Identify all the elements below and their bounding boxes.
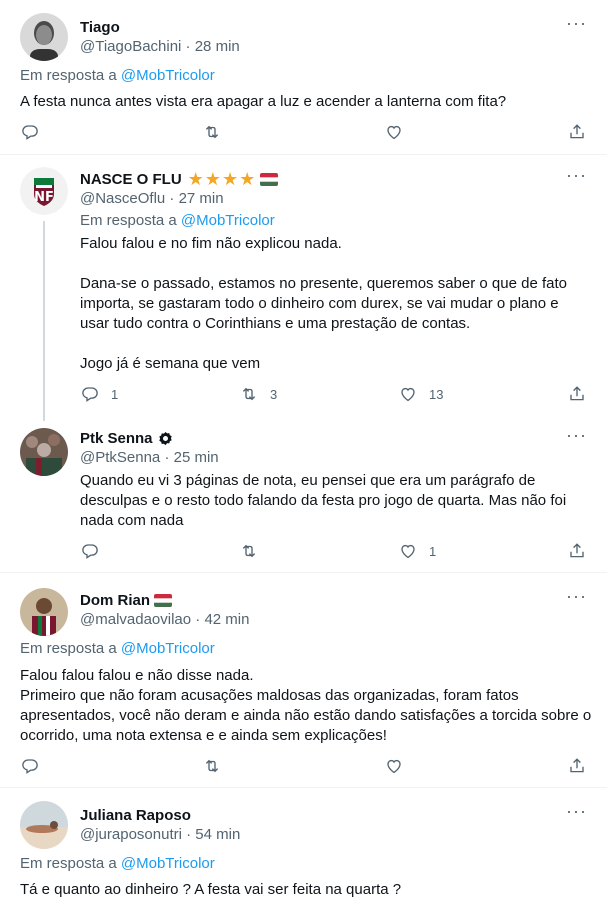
reply-icon xyxy=(21,123,39,141)
like-button[interactable] xyxy=(385,757,403,775)
retweet-button[interactable] xyxy=(203,123,221,141)
like-button[interactable]: 13 xyxy=(399,385,443,403)
display-name[interactable]: Tiago xyxy=(80,19,120,36)
share-button[interactable] xyxy=(568,757,586,775)
handle-time[interactable]: @malvadaovilao · 42 min xyxy=(80,611,249,628)
thread-line xyxy=(43,221,45,421)
reply-icon xyxy=(21,757,39,775)
reply-to: Em resposta a @MobTricolor xyxy=(80,212,275,229)
share-icon xyxy=(568,123,586,141)
mention-link[interactable]: @MobTricolor xyxy=(121,67,215,84)
reply-button[interactable] xyxy=(21,123,39,141)
svg-text:NF: NF xyxy=(34,190,54,205)
tweet-ptk-senna[interactable]: Ptk Senna @PtkSenna · 25 min ··· Quando … xyxy=(0,417,607,572)
reply-icon xyxy=(81,542,99,560)
retweet-button[interactable]: 3 xyxy=(240,385,277,403)
retweet-icon xyxy=(203,123,221,141)
avatar[interactable]: NF xyxy=(20,167,68,215)
tweet-text: Falou falou e no fim não explicou nada. … xyxy=(80,235,567,372)
retweet-icon xyxy=(240,542,258,560)
more-icon[interactable]: ··· xyxy=(566,587,586,611)
more-icon[interactable]: ··· xyxy=(566,802,586,826)
reply-icon xyxy=(81,385,99,403)
reply-button[interactable]: 1 xyxy=(81,385,118,403)
share-icon xyxy=(568,385,586,403)
reply-button[interactable] xyxy=(81,542,99,560)
like-button[interactable] xyxy=(385,123,403,141)
retweet-count: 3 xyxy=(270,386,278,402)
star-icons: ★★★★ xyxy=(187,169,257,189)
share-icon xyxy=(568,542,586,560)
like-button[interactable]: 1 xyxy=(399,542,436,560)
mention-link[interactable]: @MobTricolor xyxy=(121,640,215,657)
hungary-flag-icon xyxy=(154,593,173,607)
avatar[interactable] xyxy=(20,428,68,476)
handle-time[interactable]: @juraposonutri · 54 min xyxy=(80,826,240,843)
retweet-icon xyxy=(240,385,258,403)
avatar[interactable] xyxy=(20,588,68,636)
hungary-flag-icon xyxy=(260,172,279,186)
tweet-text: Falou falou falou e não disse nada. Prim… xyxy=(20,667,592,744)
like-count: 13 xyxy=(429,386,444,402)
handle-time[interactable]: @NasceOflu · 27 min xyxy=(80,190,224,207)
heart-icon xyxy=(385,757,403,775)
display-name[interactable]: Dom Rian xyxy=(80,592,150,609)
tweet-juliana-raposo[interactable]: Juliana Raposo @juraposonutri · 54 min ·… xyxy=(0,788,607,905)
retweet-button[interactable] xyxy=(240,542,258,560)
tweet-dom-rian[interactable]: Dom Rian @malvadaovilao · 42 min ··· Em … xyxy=(0,573,607,787)
tweet-text: Quando eu vi 3 páginas de nota, eu pense… xyxy=(80,472,571,529)
avatar[interactable] xyxy=(20,801,68,849)
badge-icon xyxy=(158,431,173,446)
handle-time[interactable]: @TiagoBachini · 28 min xyxy=(80,38,240,55)
tweet-text: Tá e quanto ao dinheiro ? A festa vai se… xyxy=(20,881,402,898)
reply-count: 1 xyxy=(111,386,119,402)
heart-icon xyxy=(399,542,417,560)
share-button[interactable] xyxy=(568,385,586,403)
reply-button[interactable] xyxy=(21,757,39,775)
tweet-text: A festa nunca antes vista era apagar a l… xyxy=(20,93,507,110)
more-icon[interactable]: ··· xyxy=(566,426,586,450)
display-name[interactable]: Juliana Raposo xyxy=(80,807,191,824)
display-name[interactable]: Ptk Senna xyxy=(80,430,153,447)
heart-icon xyxy=(385,123,403,141)
avatar[interactable] xyxy=(20,13,68,61)
mention-link[interactable]: @MobTricolor xyxy=(121,855,215,872)
handle-time[interactable]: @PtkSenna · 25 min xyxy=(80,449,219,466)
heart-icon xyxy=(399,385,417,403)
more-icon[interactable]: ··· xyxy=(566,166,586,190)
retweet-icon xyxy=(203,757,221,775)
like-count: 1 xyxy=(429,543,437,559)
more-icon[interactable]: ··· xyxy=(566,14,586,38)
retweet-button[interactable] xyxy=(203,757,221,775)
reply-to: Em resposta a @MobTricolor xyxy=(20,640,215,657)
tweet-tiago[interactable]: Tiago @TiagoBachini · 28 min ··· Em resp… xyxy=(0,0,607,154)
reply-to: Em resposta a @MobTricolor xyxy=(20,67,215,84)
reply-to: Em resposta a @MobTricolor xyxy=(20,855,215,872)
share-button[interactable] xyxy=(568,123,586,141)
share-icon xyxy=(568,757,586,775)
share-button[interactable] xyxy=(568,542,586,560)
tweet-nasce-o-flu[interactable]: NF NASCE O FLU ★★★★ @NasceOflu · 27 min … xyxy=(0,155,607,421)
mention-link[interactable]: @MobTricolor xyxy=(181,212,275,229)
display-name[interactable]: NASCE O FLU xyxy=(80,171,182,188)
